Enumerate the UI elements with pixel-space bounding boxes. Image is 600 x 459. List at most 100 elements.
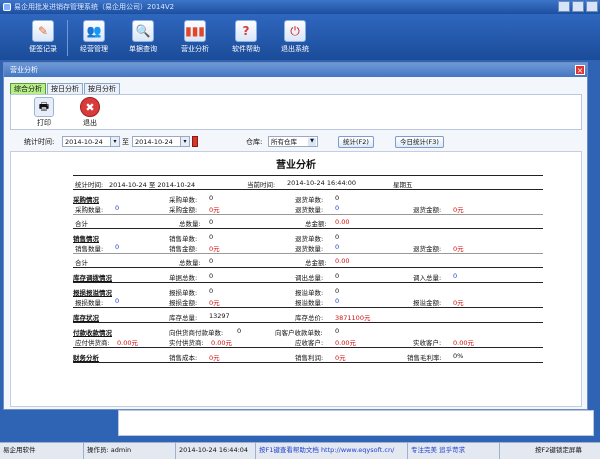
calendar-icon[interactable] bbox=[192, 136, 198, 147]
toolbar-analysis-button[interactable]: ▮▮▮ 营业分析 bbox=[172, 20, 218, 58]
customer-receipt-count-value: 0 bbox=[335, 327, 340, 335]
transfer-doc-count-label: 单据总数: bbox=[169, 274, 198, 282]
overflow-count-value: 0 bbox=[335, 287, 340, 295]
toolbar-manage-label: 经营管理 bbox=[80, 45, 108, 53]
print-button[interactable]: 🖶 打印 bbox=[31, 97, 57, 129]
close-window-button[interactable] bbox=[586, 1, 598, 12]
exit-label: 退出 bbox=[83, 119, 97, 127]
payments-section-title: 付款收款情况 bbox=[73, 329, 112, 337]
window-titlebar: 易企用批发进销存管理系统（易企用公司）2014V2 bbox=[0, 0, 600, 14]
sales-return-count-value: 0 bbox=[335, 233, 340, 241]
stock-total-value-value: 3871100元 bbox=[335, 314, 371, 322]
customer-receipt-count-label: 向客户收款单数: bbox=[275, 329, 323, 337]
purchase-amount-value: 0元 bbox=[209, 206, 220, 214]
maximize-button[interactable] bbox=[572, 1, 584, 12]
main-toolbar: ✎ 便签记录 👥 经营管理 🔍 单据查询 ▮▮▮ 营业分析 ? 软件帮助 ⏻ 退… bbox=[0, 14, 600, 60]
purchase-return-count-label: 退货单数: bbox=[295, 196, 324, 204]
stat-button[interactable]: 统计(F2) bbox=[338, 136, 374, 148]
date-from-input[interactable]: 2014-10-24 bbox=[62, 136, 117, 147]
dialog-titlebar: 营业分析 × bbox=[4, 63, 587, 77]
sales-total-qty-label: 总数量: bbox=[179, 259, 201, 267]
sales-cost-label: 销售成本: bbox=[169, 354, 198, 362]
report-panel: 营业分析 统计时间: 2014-10-24 至 2014-10-24 当前时间:… bbox=[10, 151, 582, 407]
divider bbox=[73, 175, 543, 176]
sales-cost-value: 0元 bbox=[209, 354, 220, 362]
loss-count-label: 报损单数: bbox=[169, 289, 198, 297]
purchase-total-amount-label: 总金额: bbox=[305, 220, 327, 228]
people-icon: 👥 bbox=[83, 20, 105, 42]
overflow-qty-label: 报溢数量: bbox=[295, 299, 324, 307]
sales-total-amount-label: 总金额: bbox=[305, 259, 327, 267]
receivable-customer-value: 0.00元 bbox=[335, 339, 356, 347]
sales-count-label: 销售单数: bbox=[169, 235, 198, 243]
status-slogan: 专注完美 追乎苛求 bbox=[408, 443, 500, 459]
divider bbox=[73, 214, 543, 215]
stock-total-value-label: 库存总价: bbox=[295, 314, 324, 322]
purchase-qty-value: 0 bbox=[115, 204, 120, 212]
purchase-return-qty-value: 0 bbox=[335, 204, 340, 212]
loss-qty-value: 0 bbox=[115, 297, 120, 305]
power-icon: ⏻ bbox=[284, 20, 306, 42]
purchase-amount-label: 采购金额: bbox=[169, 206, 198, 214]
purchase-total-label: 合计 bbox=[75, 220, 88, 228]
divider bbox=[73, 253, 543, 254]
toolbar-exit-button[interactable]: ⏻ 退出系统 bbox=[272, 20, 318, 58]
toolbar-analysis-label: 营业分析 bbox=[181, 45, 209, 53]
loss-count-value: 0 bbox=[209, 287, 214, 295]
status-software: 易企用软件 bbox=[0, 443, 84, 459]
transfer-doc-count-value: 0 bbox=[209, 272, 214, 280]
toolbar-exit-label: 退出系统 bbox=[281, 45, 309, 53]
warehouse-label: 仓库: bbox=[246, 138, 263, 146]
purchase-total-amount-value: 0.00 bbox=[335, 218, 350, 226]
window-title: 易企用批发进销存管理系统（易企用公司）2014V2 bbox=[14, 3, 175, 11]
loss-amount-label: 报损金额: bbox=[169, 299, 198, 307]
toolbar-help-button[interactable]: ? 软件帮助 bbox=[223, 20, 269, 58]
exit-button[interactable]: ✖ 退出 bbox=[77, 97, 103, 129]
tab-comprehensive[interactable]: 综合分析 bbox=[10, 83, 46, 94]
date-to-picker[interactable]: ▾ bbox=[180, 136, 190, 147]
now-value: 2014-10-24 16:44:00 bbox=[287, 179, 357, 187]
period-label: 统计时间: bbox=[75, 181, 104, 189]
loss-overflow-section-title: 报损报溢情况 bbox=[73, 289, 112, 297]
chevron-down-icon: ▼ bbox=[308, 138, 316, 146]
purchase-count-value: 0 bbox=[209, 194, 214, 202]
business-analysis-dialog: 营业分析 × 综合分析 按日分析 按月分析 🖶 打印 ✖ 退出 统计时间: 20… bbox=[3, 62, 588, 410]
transfer-in-label: 调入总量: bbox=[413, 274, 442, 282]
analysis-tabs: 综合分析 按日分析 按月分析 bbox=[10, 83, 120, 94]
sales-total-label: 合计 bbox=[75, 259, 88, 267]
purchase-total-qty-value: 0 bbox=[209, 218, 214, 226]
toolbar-note-button[interactable]: ✎ 便签记录 bbox=[20, 20, 66, 58]
sales-profit-label: 销售利润: bbox=[295, 354, 324, 362]
received-customer-label: 实收客户: bbox=[413, 339, 442, 347]
period-value: 2014-10-24 至 2014-10-24 bbox=[109, 181, 196, 189]
date-from-picker[interactable]: ▾ bbox=[110, 136, 120, 147]
sales-count-value: 0 bbox=[209, 233, 214, 241]
today-stat-button[interactable]: 今日统计(F3) bbox=[395, 136, 444, 148]
dialog-ribbon: 🖶 打印 ✖ 退出 bbox=[10, 94, 582, 130]
dialog-close-button[interactable]: × bbox=[575, 65, 585, 75]
received-customer-value: 0.00元 bbox=[453, 339, 474, 347]
tab-daily[interactable]: 按日分析 bbox=[47, 83, 83, 94]
date-to-input[interactable]: 2014-10-24 bbox=[132, 136, 187, 147]
divider bbox=[73, 282, 543, 283]
receivable-customer-label: 应收客户: bbox=[295, 339, 324, 347]
printer-icon: 🖶 bbox=[34, 97, 54, 117]
window-controls bbox=[558, 1, 598, 12]
warehouse-select[interactable]: 所有仓库 ▼ bbox=[268, 136, 318, 147]
purchase-total-qty-label: 总数量: bbox=[179, 220, 201, 228]
purchase-section-title: 采购情况 bbox=[73, 196, 99, 204]
status-lock-hint: 按F2键锁定屏幕 bbox=[535, 446, 582, 454]
divider bbox=[73, 267, 543, 268]
now-label: 当前时间: bbox=[247, 181, 276, 189]
to-label: 至 bbox=[122, 138, 129, 146]
toolbar-manage-button[interactable]: 👥 经营管理 bbox=[71, 20, 117, 58]
supplier-payment-count-value: 0 bbox=[237, 327, 242, 335]
status-help-link[interactable]: 按F1键查看帮助文档 http://www.eqysoft.cn/ bbox=[256, 443, 408, 459]
stock-total-qty-label: 库存总量: bbox=[169, 314, 198, 322]
status-datetime: 2014-10-24 16:44:04 bbox=[176, 443, 256, 459]
tab-monthly[interactable]: 按月分析 bbox=[84, 83, 120, 94]
minimize-button[interactable] bbox=[558, 1, 570, 12]
toolbar-query-button[interactable]: 🔍 单据查询 bbox=[120, 20, 166, 58]
overflow-count-label: 报溢单数: bbox=[295, 289, 324, 297]
divider bbox=[73, 347, 543, 348]
